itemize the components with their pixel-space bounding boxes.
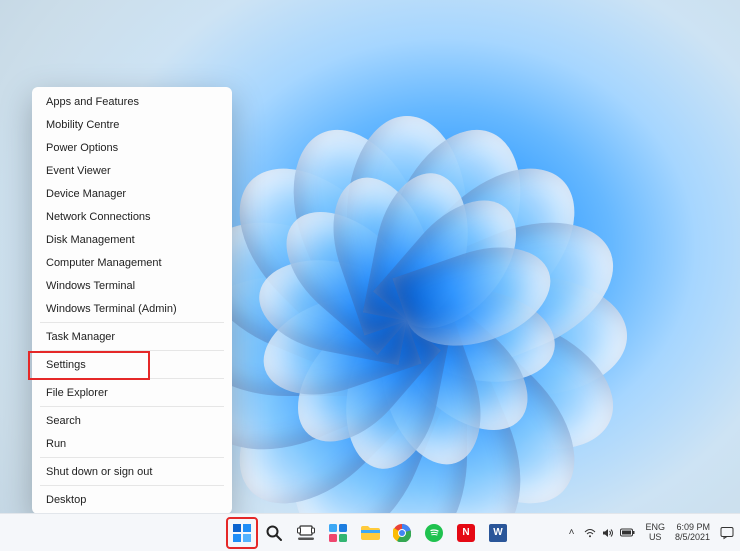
menu-item-settings[interactable]: Settings [32,353,232,376]
menu-separator [40,322,224,323]
widgets-icon[interactable] [323,518,353,548]
taskbar: NW ˄ ENG US 6:09 PM 8/5/2021 [0,513,740,551]
clock[interactable]: 6:09 PM 8/5/2021 [675,523,710,543]
menu-item-shut-down-or-sign-out[interactable]: Shut down or sign out [32,460,232,483]
menu-separator [40,485,224,486]
netflix-icon[interactable]: N [451,518,481,548]
notifications-icon[interactable] [720,526,734,540]
winx-context-menu: Apps and FeaturesMobility CentrePower Op… [32,87,232,514]
spotify-icon[interactable] [419,518,449,548]
menu-item-event-viewer[interactable]: Event Viewer [32,159,232,182]
menu-item-windows-terminal[interactable]: Windows Terminal [32,274,232,297]
tray-chevron-up-icon[interactable]: ˄ [569,527,575,538]
menu-item-disk-management[interactable]: Disk Management [32,228,232,251]
menu-separator [40,378,224,379]
start-button[interactable] [227,518,257,548]
language-indicator[interactable]: ENG US [645,523,665,543]
system-tray: ˄ ENG US 6:09 PM 8/5/2021 [569,514,734,551]
wifi-icon [584,528,596,538]
desktop[interactable]: Apps and FeaturesMobility CentrePower Op… [0,0,740,551]
menu-item-run[interactable]: Run [32,432,232,455]
search-icon[interactable] [259,518,289,548]
menu-item-search[interactable]: Search [32,409,232,432]
clock-date: 8/5/2021 [675,533,710,543]
menu-item-windows-terminal-admin-[interactable]: Windows Terminal (Admin) [32,297,232,320]
tray-status-icons[interactable] [584,528,635,538]
menu-item-device-manager[interactable]: Device Manager [32,182,232,205]
chrome-icon[interactable] [387,518,417,548]
menu-item-network-connections[interactable]: Network Connections [32,205,232,228]
menu-item-desktop[interactable]: Desktop [32,488,232,511]
menu-item-computer-management[interactable]: Computer Management [32,251,232,274]
menu-separator [40,457,224,458]
battery-icon [620,528,635,537]
file-explorer-icon[interactable] [355,518,385,548]
lang-bottom: US [649,533,662,543]
wallpaper-bloom [177,46,637,506]
menu-item-power-options[interactable]: Power Options [32,136,232,159]
menu-item-apps-and-features[interactable]: Apps and Features [32,90,232,113]
menu-item-task-manager[interactable]: Task Manager [32,325,232,348]
word-icon[interactable]: W [483,518,513,548]
menu-item-file-explorer[interactable]: File Explorer [32,381,232,404]
speaker-icon [602,528,614,538]
menu-item-mobility-centre[interactable]: Mobility Centre [32,113,232,136]
taskbar-center: NW [227,514,513,551]
menu-separator [40,406,224,407]
task-view-icon[interactable] [291,518,321,548]
menu-separator [40,350,224,351]
